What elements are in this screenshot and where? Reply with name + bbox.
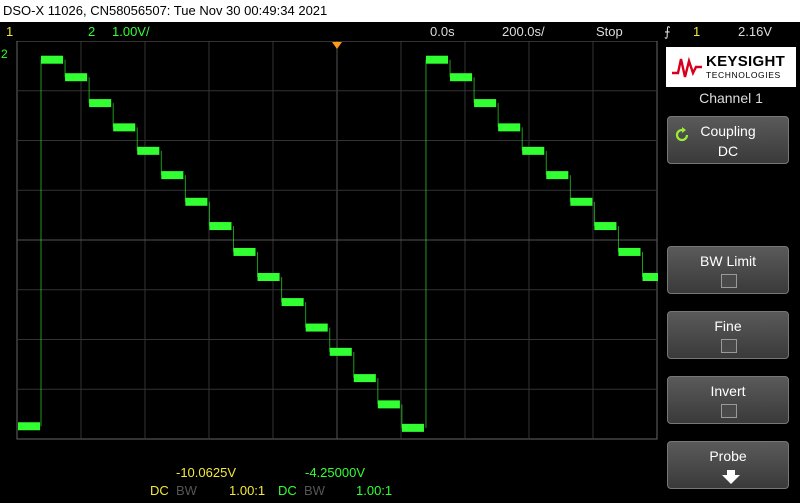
waveform-step <box>41 55 64 64</box>
waveform-display[interactable]: 2 <box>0 41 658 463</box>
waveform-step <box>522 146 545 155</box>
trigger-source: 1 <box>693 24 701 39</box>
ch1-probe: 1.00:1 <box>229 483 266 498</box>
channel-info-bar: -10.0625V -4.25000V DC BW 1.00:1 DC BW 1… <box>0 463 658 503</box>
waveform-step <box>594 222 617 231</box>
run-state: Stop <box>596 24 623 39</box>
coupling-softkey[interactable]: Coupling DC <box>667 116 789 164</box>
fine-checkbox[interactable] <box>721 339 737 353</box>
invert-label: Invert <box>710 383 746 399</box>
waveform-step <box>450 73 473 82</box>
bw-limit-softkey[interactable]: BW Limit <box>667 246 789 294</box>
waveform-step <box>305 323 328 332</box>
trigger-position-marker[interactable] <box>332 42 342 49</box>
down-arrow-icon <box>722 470 740 484</box>
waveform-step <box>329 347 352 356</box>
waveform-step <box>18 422 41 431</box>
ch1-offset: -10.0625V <box>176 465 236 480</box>
waveform-step <box>401 423 424 432</box>
bw-limit-label: BW Limit <box>700 253 756 269</box>
probe-softkey[interactable]: Probe <box>667 441 789 489</box>
invert-softkey[interactable]: Invert <box>667 376 789 424</box>
waveform-step <box>185 197 208 206</box>
channel-2-indicator[interactable]: 2 <box>88 22 95 41</box>
waveform-step <box>89 99 112 108</box>
coupling-label: Coupling <box>700 123 756 139</box>
time-scale: 200.0s/ <box>502 24 545 39</box>
waveform-step <box>209 222 232 231</box>
invert-checkbox[interactable] <box>721 404 737 418</box>
waveform-step <box>425 55 449 64</box>
brand-name: KEYSIGHT <box>706 53 786 70</box>
keysight-wave-icon <box>672 56 702 78</box>
waveform-step <box>642 273 658 282</box>
ch2-ground-marker[interactable]: 2 <box>1 47 8 61</box>
bw-limit-checkbox[interactable] <box>721 274 737 288</box>
ch1-coupling: DC <box>150 483 169 498</box>
coupling-value: DC <box>717 143 739 159</box>
ch2-offset: -4.25000V <box>305 465 365 480</box>
status-bar: 1 2 1.00V/ 0.0s 200.0s/ Stop ⨍ 1 2.16V <box>0 22 800 41</box>
probe-label: Probe <box>709 448 747 464</box>
trigger-edge-icon: ⨍ <box>664 24 671 39</box>
waveform-step <box>281 298 304 307</box>
waveform-step <box>113 123 136 132</box>
waveform-step <box>377 400 400 409</box>
waveform-step <box>498 123 521 132</box>
menu-title: Channel 1 <box>699 90 763 106</box>
time-delay: 0.0s <box>430 24 455 39</box>
channel-2-scale: 1.00V/ <box>112 24 150 39</box>
softkey-panel: KEYSIGHT TECHNOLOGIES Channel 1 Coupling… <box>658 41 800 503</box>
fine-label: Fine <box>714 318 742 334</box>
brand-subtitle: TECHNOLOGIES <box>706 70 781 80</box>
keysight-logo: KEYSIGHT TECHNOLOGIES <box>666 47 796 87</box>
fine-softkey[interactable]: Fine <box>667 311 789 359</box>
waveform-step <box>546 171 569 180</box>
waveform-step <box>65 73 88 82</box>
ch2-coupling: DC <box>278 483 297 498</box>
ch1-bw: BW <box>176 483 197 498</box>
waveform-step <box>474 99 497 108</box>
waveform-step <box>353 374 376 383</box>
trigger-level: 2.16V <box>738 24 772 39</box>
channel-1-indicator[interactable]: 1 <box>6 22 13 41</box>
waveform-step <box>161 171 184 180</box>
waveform-step <box>257 273 280 282</box>
waveform-step <box>618 247 641 256</box>
waveform-step <box>233 247 256 256</box>
ch2-bw: BW <box>304 483 325 498</box>
ch2-probe: 1.00:1 <box>356 483 393 498</box>
window-title: DSO-X 11026, CN58056507: Tue Nov 30 00:4… <box>0 0 800 22</box>
waveform-step <box>137 146 160 155</box>
waveform-step <box>570 197 593 206</box>
